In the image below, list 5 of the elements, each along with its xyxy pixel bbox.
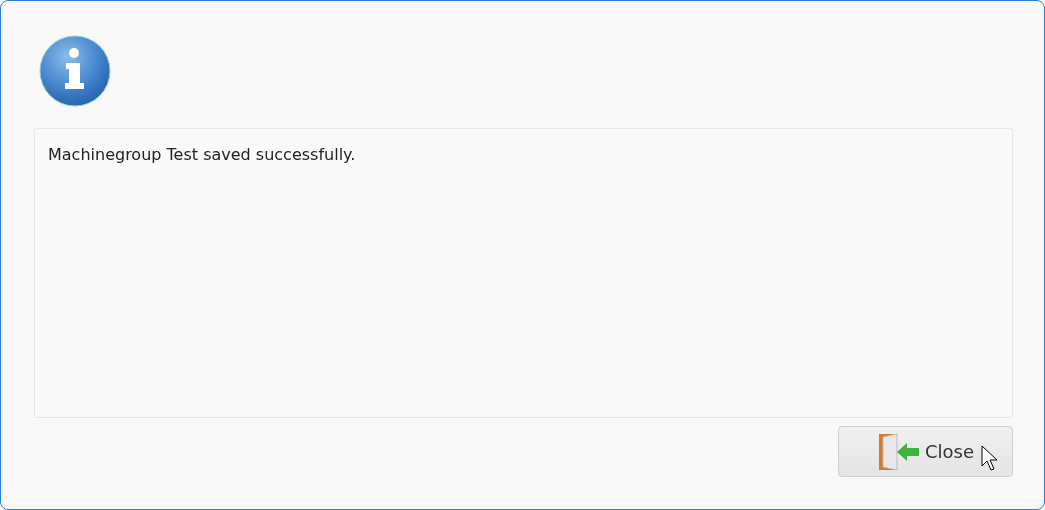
- mouse-pointer-icon: [981, 445, 999, 471]
- close-button[interactable]: Close: [838, 426, 1013, 477]
- message-text: Machinegroup Test saved successfully.: [34, 128, 1013, 418]
- info-icon: [38, 34, 112, 108]
- exit-door-icon: [876, 432, 921, 471]
